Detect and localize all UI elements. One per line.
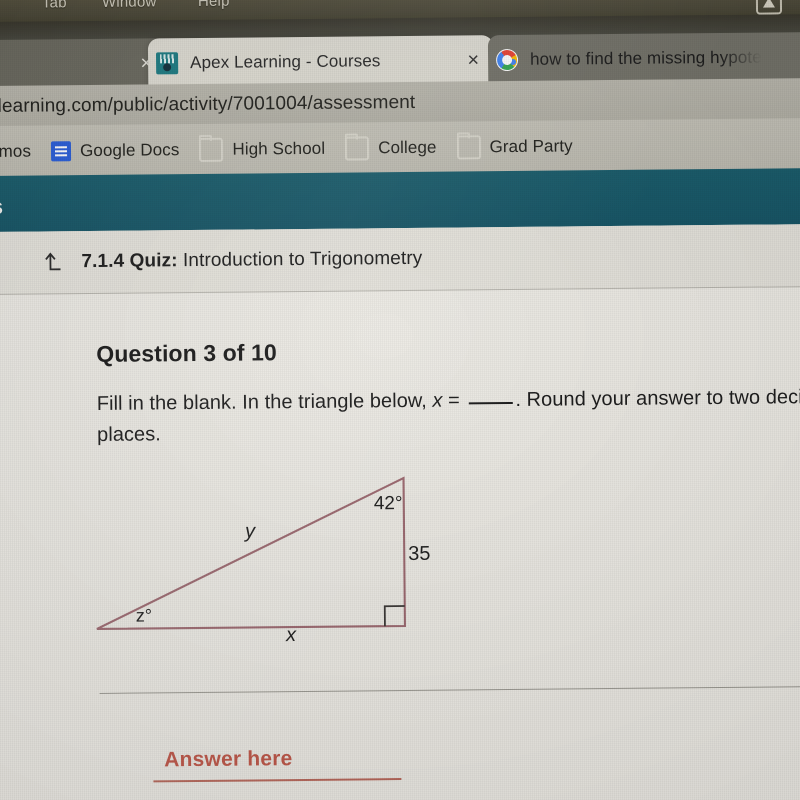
tab-apex-learning[interactable]: Apex Learning - Courses × xyxy=(147,35,494,89)
tab-title-apex: Apex Learning - Courses xyxy=(190,51,381,73)
bookmark-label: College xyxy=(378,137,437,158)
close-icon[interactable]: × xyxy=(467,49,479,71)
google-favicon xyxy=(495,48,519,72)
tab-title-google: how to find the missing hypote xyxy=(529,47,762,69)
apex-header-text: rs xyxy=(0,193,4,220)
quiz-title: 7.1.4 Quiz: Introduction to Trigonometry xyxy=(81,248,422,273)
screenshot-root: ies Tab Window Help × Apex Learning - Co… xyxy=(0,0,800,800)
bookmark-college[interactable]: College xyxy=(345,136,437,161)
google-docs-icon xyxy=(50,141,72,162)
question-text-part1: Fill in the blank. In the triangle below… xyxy=(96,389,433,415)
question-prompt: Fill in the blank. In the triangle below… xyxy=(97,382,800,451)
question-counter: Question 3 of 10 xyxy=(96,339,277,367)
bookmark-high-school[interactable]: High School xyxy=(199,137,325,162)
quiz-title-bar: 7.1.4 Quiz: Introduction to Trigonometry xyxy=(0,223,800,296)
tab-partial-left[interactable]: × xyxy=(0,38,167,91)
answer-input-underline[interactable] xyxy=(153,778,402,783)
bookmark-grad-party[interactable]: Grad Party xyxy=(456,134,573,160)
quiz-kind: Quiz: xyxy=(129,250,178,272)
bookmark-label: Google Docs xyxy=(79,140,180,161)
question-blank xyxy=(468,401,513,405)
bookmark-label: smos xyxy=(0,141,32,161)
drive-triangle-icon[interactable] xyxy=(755,0,783,15)
menu-item-tab[interactable]: Tab xyxy=(42,0,67,11)
folder-icon xyxy=(199,137,224,162)
bookmark-desmos[interactable]: smos xyxy=(0,142,31,162)
question-equals: = xyxy=(442,389,466,412)
menu-item-help[interactable]: Help xyxy=(198,0,230,10)
answer-section-divider xyxy=(99,686,800,694)
triangle-diagram: 42° 35 y z° x xyxy=(85,467,487,671)
quiz-name: Introduction to Trigonometry xyxy=(182,247,423,272)
folder-icon xyxy=(456,135,481,160)
side-label-bottom: x xyxy=(285,624,297,647)
answer-input-placeholder[interactable]: Answer here xyxy=(164,747,292,772)
bookmark-google-docs[interactable]: Google Docs xyxy=(50,140,180,162)
bookmark-label: Grad Party xyxy=(489,136,573,157)
tab-google-search[interactable]: how to find the missing hypote × xyxy=(487,31,800,86)
folder-icon xyxy=(345,136,370,161)
arrow-up-level-icon[interactable] xyxy=(43,251,65,273)
quiz-page-body: 7.1.4 Quiz: Introduction to Trigonometry… xyxy=(0,223,800,800)
side-label-right: 35 xyxy=(408,542,431,565)
right-angle-square xyxy=(383,605,405,627)
menu-item-window[interactable]: Window xyxy=(102,0,157,11)
angle-label-top: 42° xyxy=(373,493,403,515)
side-label-hypotenuse: y xyxy=(244,520,256,543)
angle-label-left: z° xyxy=(135,605,153,626)
quiz-number: 7.1.4 xyxy=(81,250,125,273)
url-text: xlearning.com/public/activity/7001004/as… xyxy=(0,91,416,118)
apex-learning-favicon xyxy=(155,52,179,75)
question-variable: x xyxy=(432,389,443,412)
bookmark-label: High School xyxy=(232,138,326,159)
